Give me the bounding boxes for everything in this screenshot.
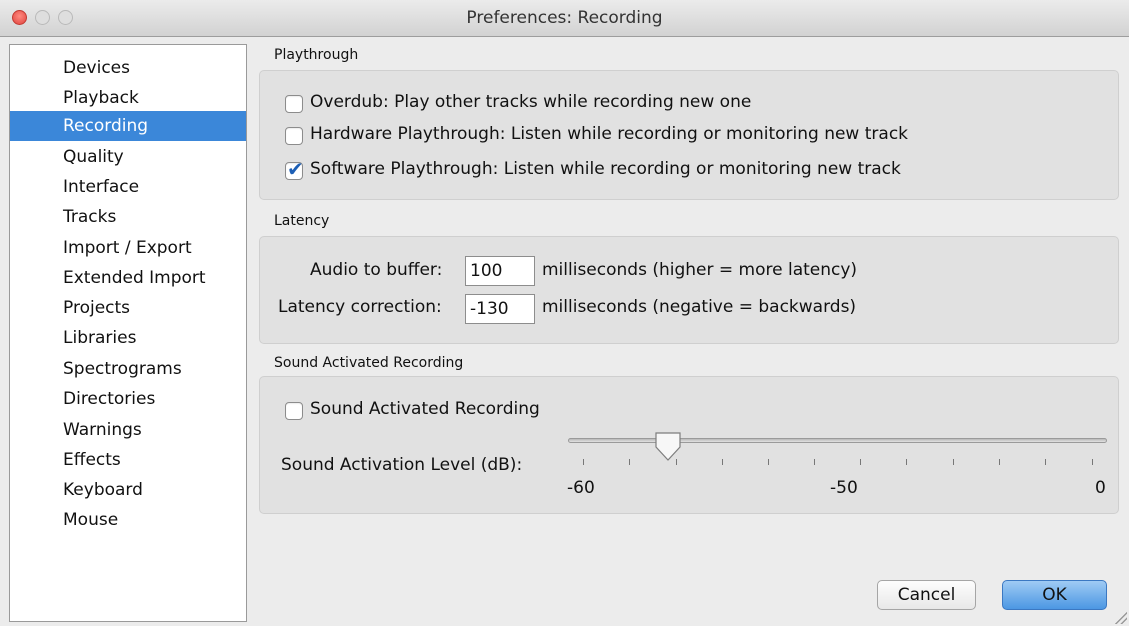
slider-tick — [722, 459, 723, 465]
sound-activated-label[interactable]: Sound Activated Recording — [310, 399, 540, 419]
slider-label-min: -60 — [567, 478, 595, 498]
sidebar-item-devices[interactable]: Devices — [10, 53, 246, 83]
sidebar-item-quality[interactable]: Quality — [10, 142, 246, 172]
sound-activated-group-title: Sound Activated Recording — [274, 355, 464, 371]
preferences-category-list[interactable]: Devices Playback Recording Quality Inter… — [9, 44, 247, 622]
sidebar-item-mouse[interactable]: Mouse — [10, 505, 246, 535]
latency-correction-unit: milliseconds (negative = backwards) — [542, 297, 857, 317]
activation-level-label: Sound Activation Level (dB): — [281, 455, 523, 475]
software-playthrough-checkbox[interactable]: ✔ — [285, 157, 304, 181]
slider-tick — [1045, 459, 1046, 465]
playthrough-group-title: Playthrough — [274, 47, 359, 63]
hardware-playthrough-label[interactable]: Hardware Playthrough: Listen while recor… — [310, 124, 908, 144]
sidebar-item-directories[interactable]: Directories — [10, 384, 246, 414]
sound-activated-checkbox[interactable] — [285, 402, 303, 420]
slider-tick — [676, 459, 677, 465]
overdub-checkbox[interactable] — [285, 95, 303, 113]
sidebar-item-spectrograms[interactable]: Spectrograms — [10, 354, 246, 384]
cancel-button[interactable]: Cancel — [877, 580, 976, 610]
slider-tick — [906, 459, 907, 465]
slider-label-max: 0 — [1095, 478, 1106, 498]
sidebar-item-interface[interactable]: Interface — [10, 172, 246, 202]
slider-tick — [999, 459, 1000, 465]
latency-group-title: Latency — [274, 213, 330, 229]
window-title: Preferences: Recording — [466, 8, 663, 28]
activation-level-slider-track[interactable] — [568, 438, 1107, 443]
sidebar-item-keyboard[interactable]: Keyboard — [10, 475, 246, 505]
activation-level-slider-thumb[interactable] — [654, 432, 682, 462]
sidebar-item-libraries[interactable]: Libraries — [10, 323, 246, 353]
latency-correction-label: Latency correction: — [278, 297, 442, 317]
sidebar-item-projects[interactable]: Projects — [10, 293, 246, 323]
checkmark-icon: ✔ — [287, 157, 304, 181]
sidebar-item-playback[interactable]: Playback — [10, 83, 246, 113]
audio-buffer-input[interactable]: 100 — [465, 256, 535, 286]
slider-tick — [814, 459, 815, 465]
audio-buffer-label: Audio to buffer: — [310, 260, 443, 280]
slider-tick — [768, 459, 769, 465]
slider-tick — [953, 459, 954, 465]
hardware-playthrough-checkbox[interactable] — [285, 127, 303, 145]
sidebar-item-import-export[interactable]: Import / Export — [10, 233, 246, 263]
ok-button[interactable]: OK — [1002, 580, 1107, 610]
software-playthrough-label[interactable]: Software Playthrough: Listen while recor… — [310, 159, 901, 179]
slider-tick — [860, 459, 861, 465]
overdub-label[interactable]: Overdub: Play other tracks while recordi… — [310, 92, 751, 112]
sidebar-item-tracks[interactable]: Tracks — [10, 202, 246, 232]
latency-correction-input[interactable]: -130 — [465, 294, 535, 324]
slider-label-mid: -50 — [830, 478, 858, 498]
resize-grip-icon[interactable] — [1115, 612, 1127, 624]
sound-activated-group — [259, 376, 1119, 514]
slider-tick — [1092, 459, 1093, 465]
sidebar-item-recording[interactable]: Recording — [10, 111, 246, 141]
slider-tick — [629, 459, 630, 465]
audio-buffer-unit: milliseconds (higher = more latency) — [542, 260, 858, 280]
latency-group — [259, 236, 1119, 344]
sidebar-item-extended-import[interactable]: Extended Import — [10, 263, 246, 293]
sidebar-item-effects[interactable]: Effects — [10, 445, 246, 475]
slider-tick — [583, 459, 584, 465]
title-bar: Preferences: Recording — [0, 0, 1129, 37]
sidebar-item-warnings[interactable]: Warnings — [10, 415, 246, 445]
